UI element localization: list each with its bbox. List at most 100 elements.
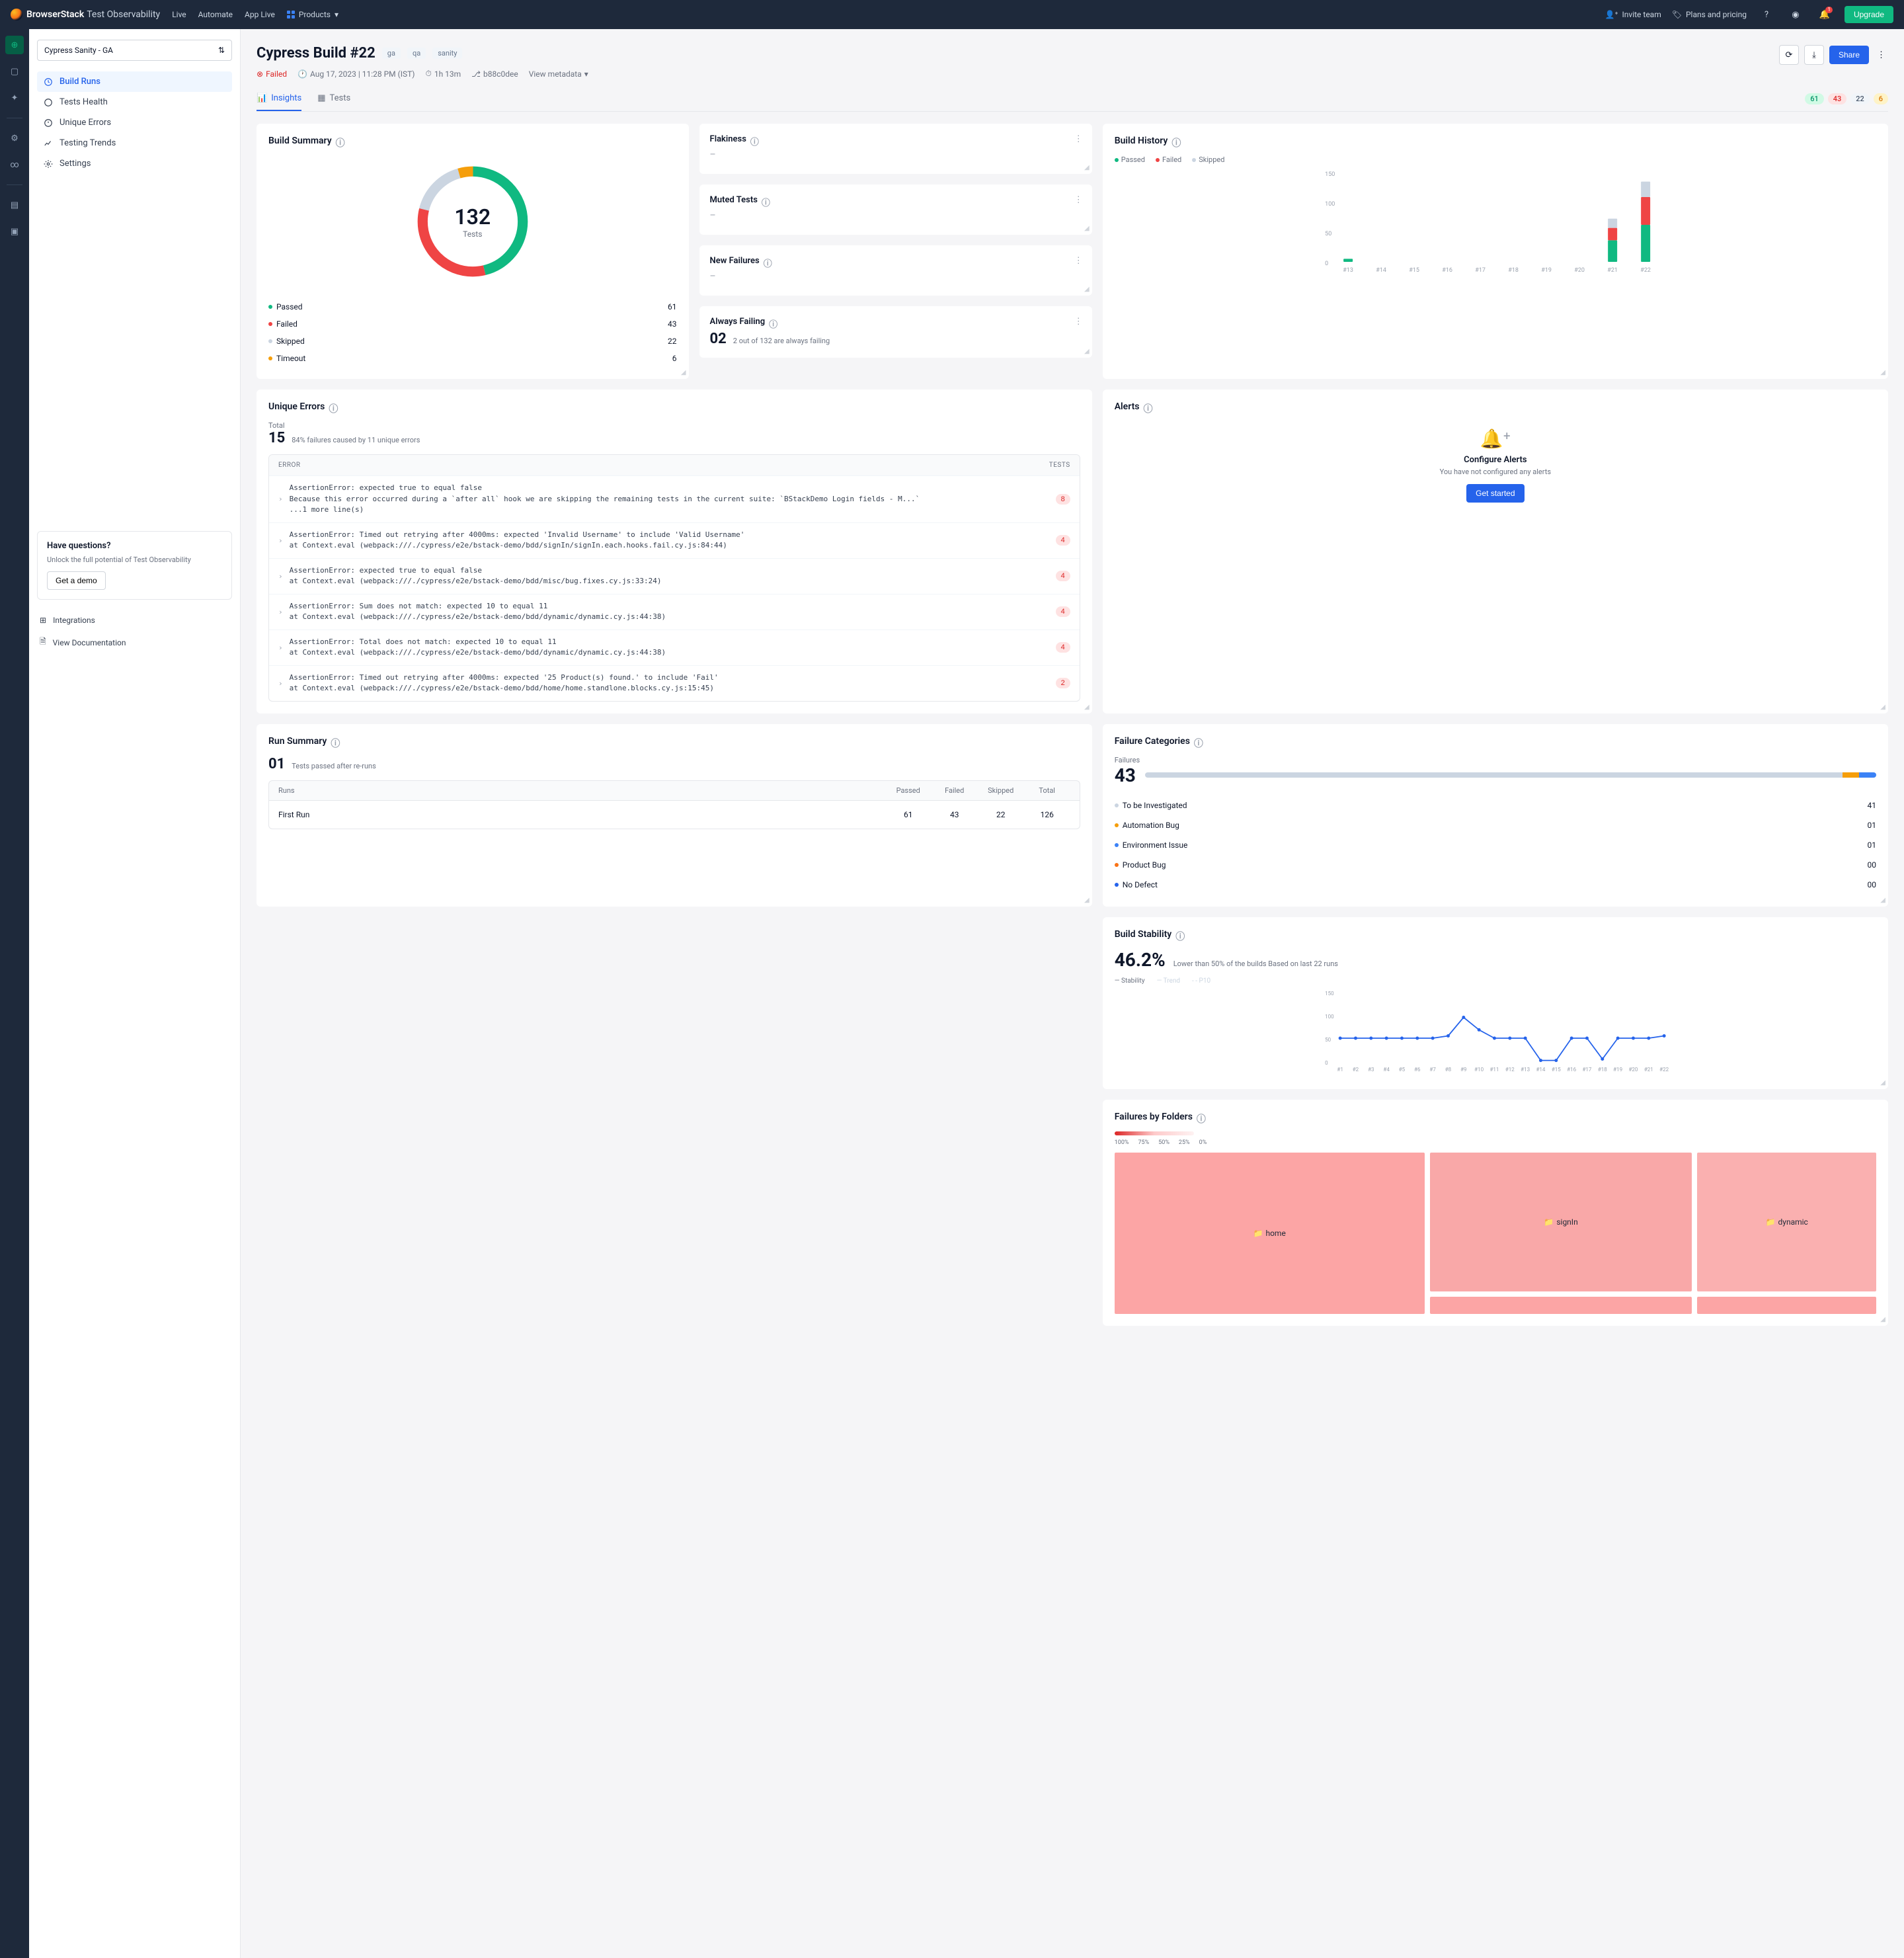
nav-tests-health[interactable]: Tests Health — [37, 92, 232, 112]
info-icon[interactable]: ⓘ — [1197, 1112, 1206, 1122]
category-row[interactable]: No Defect00 — [1115, 875, 1876, 895]
share-button[interactable]: Share — [1829, 46, 1869, 64]
info-icon[interactable]: ⓘ — [1144, 402, 1153, 411]
rail-item-2[interactable]: ▢ — [5, 62, 24, 81]
rerun-button[interactable]: ⟳ — [1779, 45, 1799, 65]
nav-applive[interactable]: App Live — [245, 10, 275, 19]
run-summary-row[interactable]: First Run 61 43 22 126 — [268, 801, 1080, 829]
help-icon[interactable]: ? — [1757, 5, 1776, 24]
nav-unique-errors[interactable]: Unique Errors — [37, 112, 232, 133]
legend-row[interactable]: Timeout6 — [268, 350, 677, 367]
new-failures-card: New Failuresⓘ ⋮ – ◢ — [699, 245, 1092, 296]
info-icon[interactable]: ⓘ — [1194, 737, 1203, 746]
legend-row[interactable]: Passed61 — [268, 298, 677, 315]
resize-icon[interactable]: ◢ — [1084, 286, 1090, 293]
nav-automate[interactable]: Automate — [198, 10, 233, 19]
resize-icon[interactable]: ◢ — [1084, 225, 1090, 232]
folder-small-1[interactable] — [1430, 1297, 1692, 1314]
tag-ga[interactable]: ga — [382, 48, 401, 59]
resize-icon[interactable]: ◢ — [1880, 369, 1885, 376]
legend-row[interactable]: Skipped22 — [268, 333, 677, 350]
resize-icon[interactable]: ◢ — [1880, 897, 1885, 904]
folder-signin[interactable]: 📁signIn — [1430, 1153, 1692, 1291]
meta-commit[interactable]: ⎇b88c0dee — [471, 69, 518, 79]
chevron-down-icon: ▾ — [584, 69, 588, 79]
error-row[interactable]: ›AssertionError: Total does not match: e… — [269, 630, 1080, 665]
badge-failed[interactable]: 43 — [1828, 93, 1847, 104]
rail-item-7[interactable]: ▣ — [5, 222, 24, 241]
error-row[interactable]: ›AssertionError: Sum does not match: exp… — [269, 594, 1080, 630]
nav-settings[interactable]: Settings — [37, 153, 232, 174]
invite-team-button[interactable]: 👤⁺ Invite team — [1605, 10, 1661, 19]
sidebar: Cypress Sanity - GA ⇅ Build Runs Tests H… — [29, 29, 241, 1958]
project-select[interactable]: Cypress Sanity - GA ⇅ — [37, 40, 232, 61]
resize-icon[interactable]: ◢ — [1084, 897, 1090, 904]
svg-text:#18: #18 — [1598, 1067, 1607, 1073]
chevron-right-icon: › — [278, 572, 283, 581]
more-icon[interactable]: ⋮ — [1074, 195, 1083, 205]
tab-tests[interactable]: ▦ Tests — [317, 87, 350, 111]
rail-item-6[interactable]: ▤ — [5, 196, 24, 214]
svg-text:#2: #2 — [1352, 1067, 1359, 1073]
category-row[interactable]: Environment Issue01 — [1115, 835, 1876, 855]
info-icon[interactable]: ⓘ — [1175, 930, 1185, 939]
badge-skipped[interactable]: 22 — [1850, 93, 1870, 104]
category-row[interactable]: To be Investigated41 — [1115, 795, 1876, 815]
docs-link[interactable]: 🗎 View Documentation — [37, 630, 232, 655]
resize-icon[interactable]: ◢ — [1880, 1316, 1885, 1323]
rail-observability-icon[interactable]: ⊕ — [5, 36, 24, 54]
upgrade-button[interactable]: Upgrade — [1844, 6, 1893, 23]
download-button[interactable]: ⤓ — [1804, 45, 1824, 65]
resize-icon[interactable]: ◢ — [1084, 704, 1090, 711]
info-icon[interactable]: ⓘ — [329, 402, 338, 411]
view-metadata[interactable]: View metadata▾ — [529, 69, 588, 79]
resize-icon[interactable]: ◢ — [681, 369, 686, 376]
error-row[interactable]: ›AssertionError: expected true to equal … — [269, 558, 1080, 594]
folder-small-2[interactable] — [1697, 1297, 1876, 1314]
rail-accessibility-icon[interactable]: ✦ — [5, 89, 24, 107]
resize-icon[interactable]: ◢ — [1880, 704, 1885, 711]
chevron-right-icon: › — [278, 536, 283, 545]
legend-row[interactable]: Failed43 — [268, 315, 677, 333]
get-demo-button[interactable]: Get a demo — [47, 571, 106, 590]
alerts-get-started[interactable]: Get started — [1466, 484, 1524, 503]
info-icon[interactable]: ⓘ — [764, 257, 773, 266]
error-row[interactable]: ›AssertionError: Timed out retrying afte… — [269, 665, 1080, 701]
info-icon[interactable]: ⓘ — [1171, 136, 1181, 145]
resize-icon[interactable]: ◢ — [1084, 164, 1090, 171]
resize-icon[interactable]: ◢ — [1084, 348, 1090, 355]
logo[interactable]: BrowserStack Test Observability — [11, 9, 160, 20]
info-icon[interactable]: ⓘ — [769, 317, 778, 327]
category-row[interactable]: Product Bug00 — [1115, 855, 1876, 875]
more-icon[interactable]: ⋮ — [1074, 317, 1083, 327]
integrations-link[interactable]: ⊞ Integrations — [37, 610, 232, 630]
more-icon[interactable]: ⋮ — [1074, 256, 1083, 266]
info-icon[interactable]: ⓘ — [336, 136, 345, 145]
rail-item-5[interactable]: ∞ — [5, 155, 24, 174]
category-row[interactable]: Automation Bug01 — [1115, 815, 1876, 835]
resize-icon[interactable]: ◢ — [1880, 1079, 1885, 1086]
account-icon[interactable]: ◉ — [1786, 5, 1805, 24]
info-icon[interactable]: ⓘ — [762, 196, 771, 205]
rail-item-4[interactable]: ⚙ — [5, 129, 24, 147]
info-icon[interactable]: ⓘ — [750, 135, 760, 144]
nav-build-runs[interactable]: Build Runs — [37, 71, 232, 92]
nav-testing-trends[interactable]: Testing Trends — [37, 133, 232, 153]
badge-passed[interactable]: 61 — [1805, 93, 1824, 104]
info-icon[interactable]: ⓘ — [331, 737, 340, 746]
badge-timeout[interactable]: 6 — [1874, 93, 1888, 104]
plans-button[interactable]: 🏷 Plans and pricing — [1672, 10, 1747, 19]
more-icon[interactable]: ⋮ — [1074, 134, 1083, 144]
tab-insights[interactable]: 📊 Insights — [257, 87, 301, 111]
products-dropdown[interactable]: Products ▾ — [287, 10, 338, 19]
build-meta: ⊗ Failed 🕐Aug 17, 2023 | 11:28 PM (IST) … — [257, 69, 1888, 79]
nav-live[interactable]: Live — [172, 10, 186, 19]
folder-home[interactable]: 📁home — [1115, 1153, 1425, 1314]
folder-dynamic[interactable]: 📁dynamic — [1697, 1153, 1876, 1291]
more-menu-icon[interactable]: ⋮ — [1874, 48, 1888, 63]
tag-qa[interactable]: qa — [407, 48, 426, 59]
tag-sanity[interactable]: sanity — [432, 48, 462, 59]
error-row[interactable]: ›AssertionError: Timed out retrying afte… — [269, 522, 1080, 558]
error-row[interactable]: ›AssertionError: expected true to equal … — [269, 475, 1080, 522]
notifications-icon[interactable]: 🔔1 — [1815, 5, 1834, 24]
